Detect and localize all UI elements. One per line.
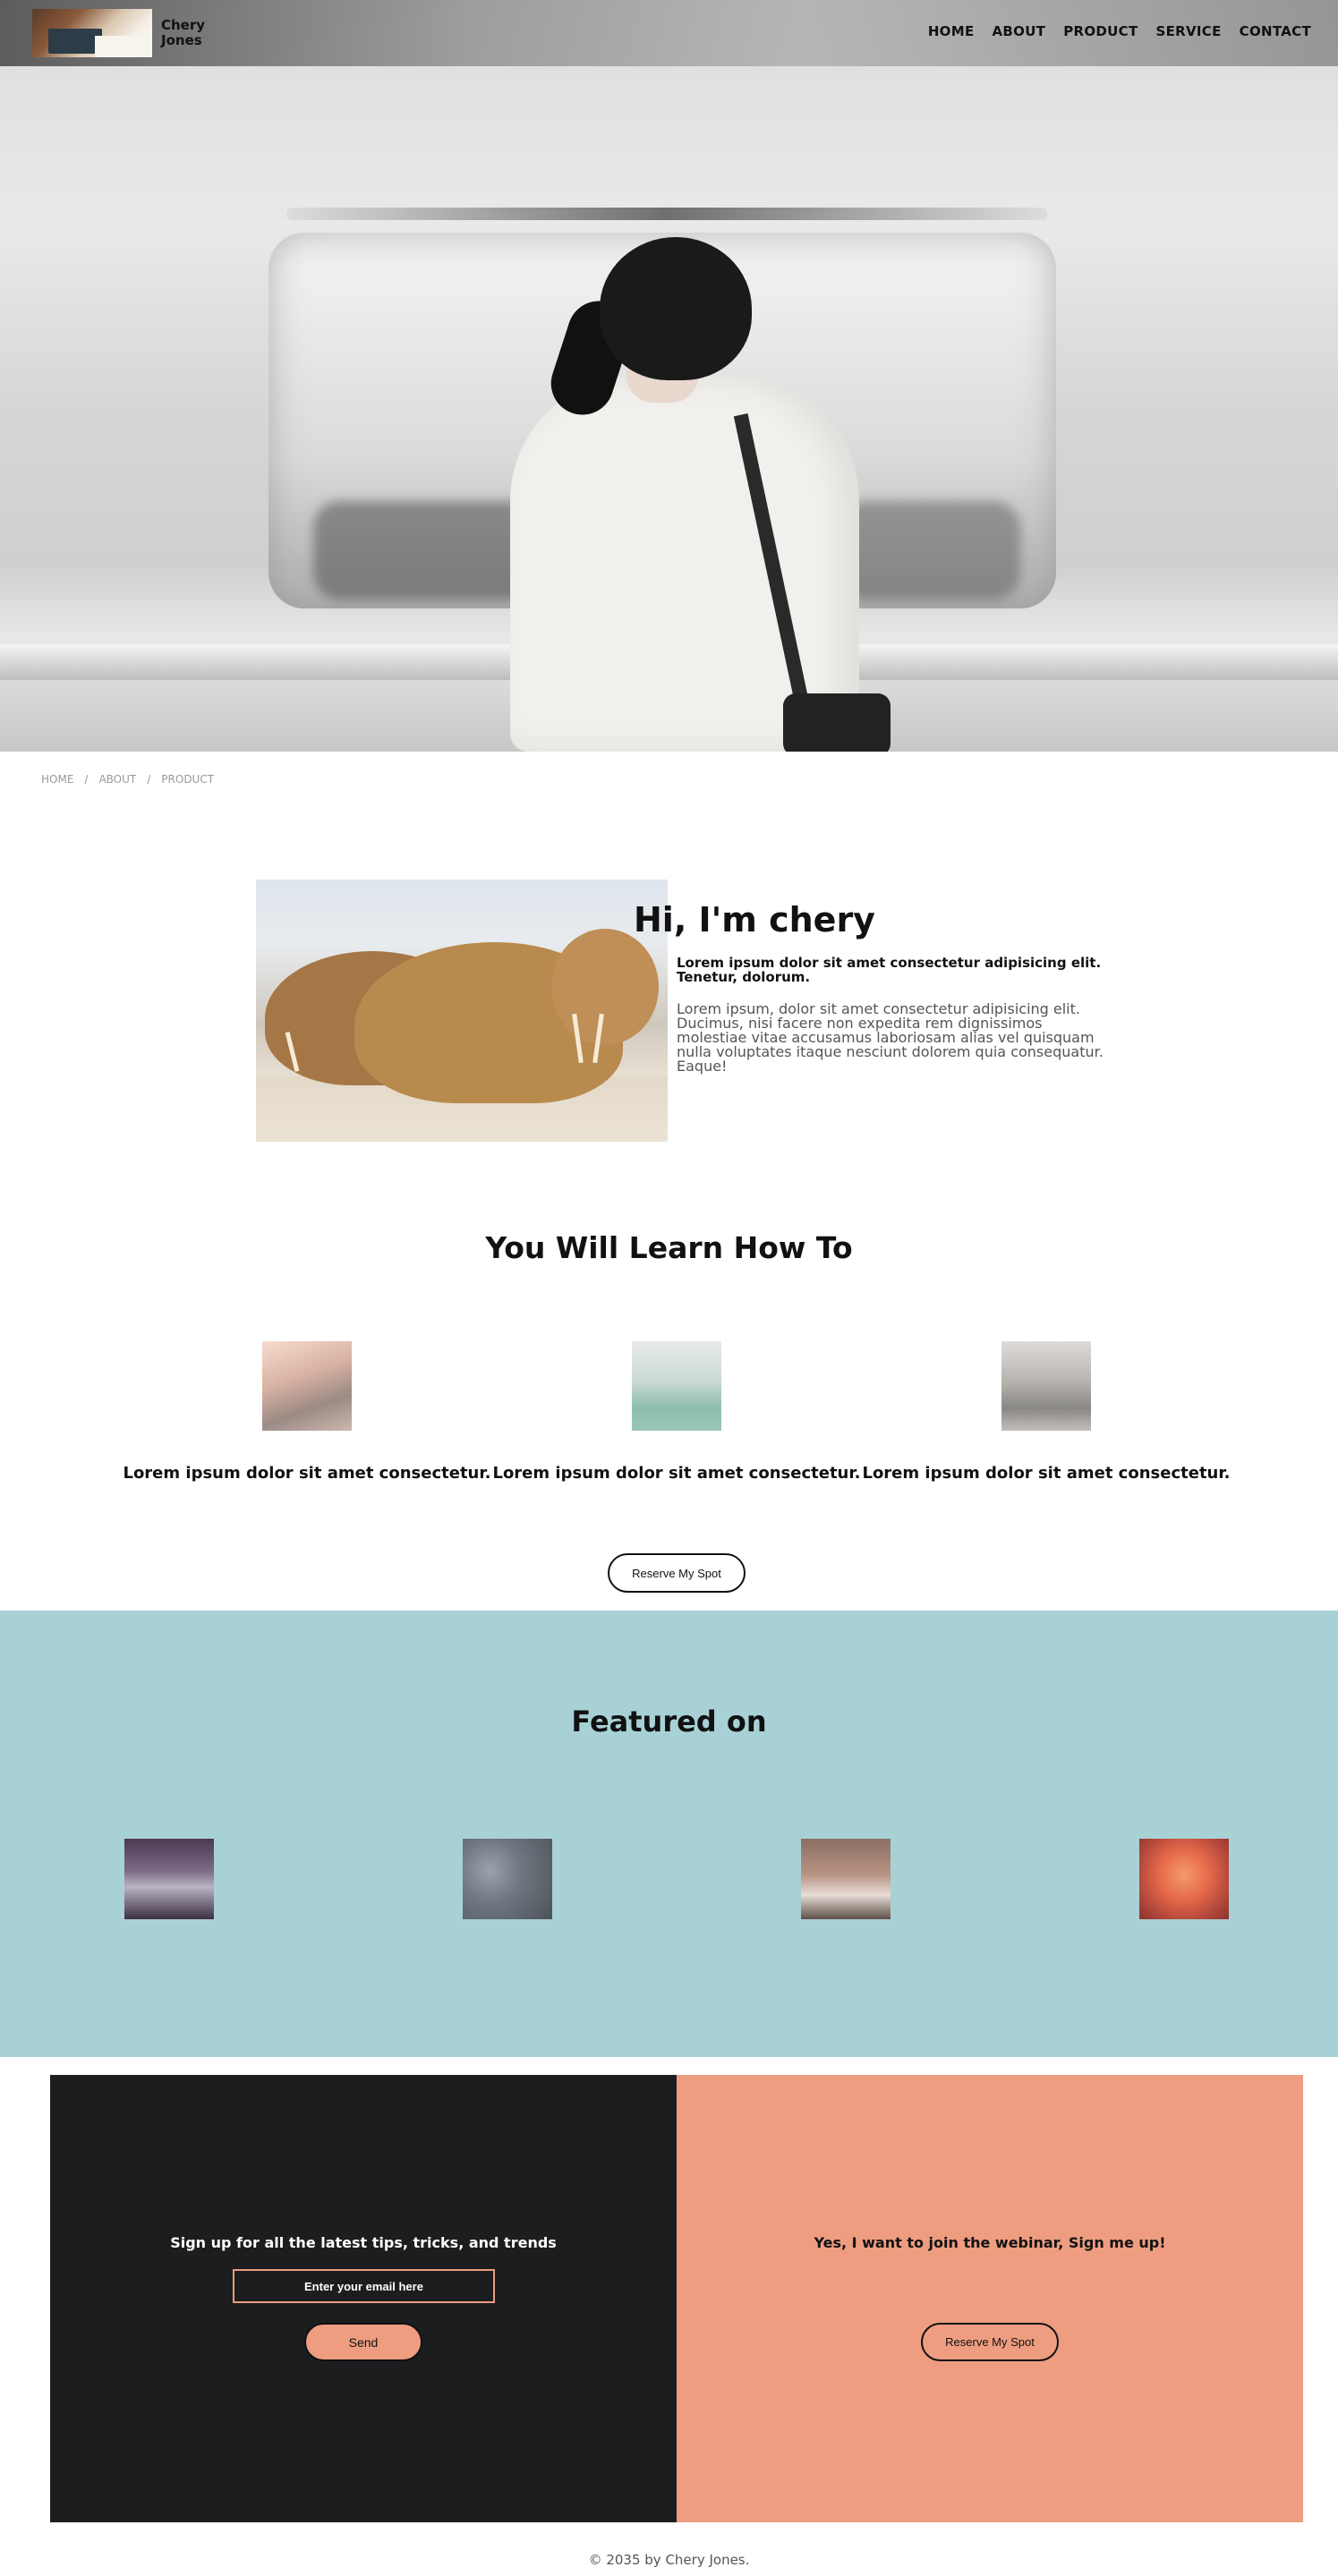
learn-image-3 xyxy=(1001,1341,1091,1431)
webinar-title: Yes, I want to join the webinar, Sign me… xyxy=(814,2234,1166,2251)
learn-section-title: You Will Learn How To xyxy=(485,1230,853,1265)
learn-image-2 xyxy=(632,1341,721,1431)
learn-caption-2: Lorem ipsum dolor sit amet consectetur. xyxy=(492,1464,861,1483)
hero-image xyxy=(0,0,1338,752)
reserve-spot-button[interactable]: Reserve My Spot xyxy=(608,1553,746,1593)
handbag xyxy=(783,693,891,752)
main-nav: HOME ABOUT PRODUCT SERVICE CONTACT xyxy=(910,23,1311,39)
logo-text[interactable]: Chery Jones xyxy=(161,18,233,48)
learn-caption-1: Lorem ipsum dolor sit amet consectetur. xyxy=(123,1464,491,1483)
logo-image[interactable] xyxy=(32,9,152,57)
signup-title: Sign up for all the latest tips, tricks,… xyxy=(170,2234,557,2251)
about-body: Lorem ipsum, dolor sit amet consectetur … xyxy=(677,1000,1104,1075)
learn-caption-3: Lorem ipsum dolor sit amet consectetur. xyxy=(862,1464,1231,1483)
learn-image-1 xyxy=(262,1341,352,1431)
featured-logo-2[interactable] xyxy=(463,1839,552,1919)
breadcrumb-separator: / xyxy=(84,773,89,786)
train-seat-left xyxy=(313,501,537,599)
nav-contact[interactable]: CONTACT xyxy=(1240,23,1311,39)
nav-about[interactable]: ABOUT xyxy=(993,23,1046,39)
breadcrumb-separator: / xyxy=(147,773,151,786)
walrus-photo-walrus-head xyxy=(551,929,659,1045)
book-cover xyxy=(48,29,102,54)
walrus-photo xyxy=(256,880,668,1142)
send-button[interactable]: Send xyxy=(304,2323,422,2361)
woman-head xyxy=(600,237,752,380)
train-seat-right xyxy=(841,501,1020,599)
featured-title: Featured on xyxy=(571,1705,767,1739)
featured-logo-3[interactable] xyxy=(801,1839,891,1919)
train-roof-line xyxy=(286,208,1047,220)
about-title: Hi, I'm chery xyxy=(634,900,875,939)
webinar-panel xyxy=(677,2075,1303,2522)
webinar-reserve-button[interactable]: Reserve My Spot xyxy=(921,2323,1059,2361)
nav-home[interactable]: HOME xyxy=(928,23,975,39)
breadcrumb: HOME / ABOUT / PRODUCT xyxy=(41,773,214,786)
footer-copyright: © 2035 by Chery Jones. xyxy=(588,2552,750,2568)
nav-product[interactable]: PRODUCT xyxy=(1063,23,1138,39)
breadcrumb-about[interactable]: ABOUT xyxy=(98,773,136,786)
book-pages xyxy=(95,36,152,57)
breadcrumb-home[interactable]: HOME xyxy=(41,773,73,786)
featured-section xyxy=(0,1611,1338,2057)
email-field[interactable] xyxy=(233,2269,495,2303)
site-header: Chery Jones HOME ABOUT PRODUCT SERVICE C… xyxy=(0,0,1338,66)
breadcrumb-product[interactable]: PRODUCT xyxy=(161,773,214,786)
featured-logo-4[interactable] xyxy=(1139,1839,1229,1919)
about-subtitle: Lorem ipsum dolor sit amet consectetur a… xyxy=(677,955,1102,985)
nav-service[interactable]: SERVICE xyxy=(1156,23,1222,39)
featured-logo-1[interactable] xyxy=(124,1839,214,1919)
